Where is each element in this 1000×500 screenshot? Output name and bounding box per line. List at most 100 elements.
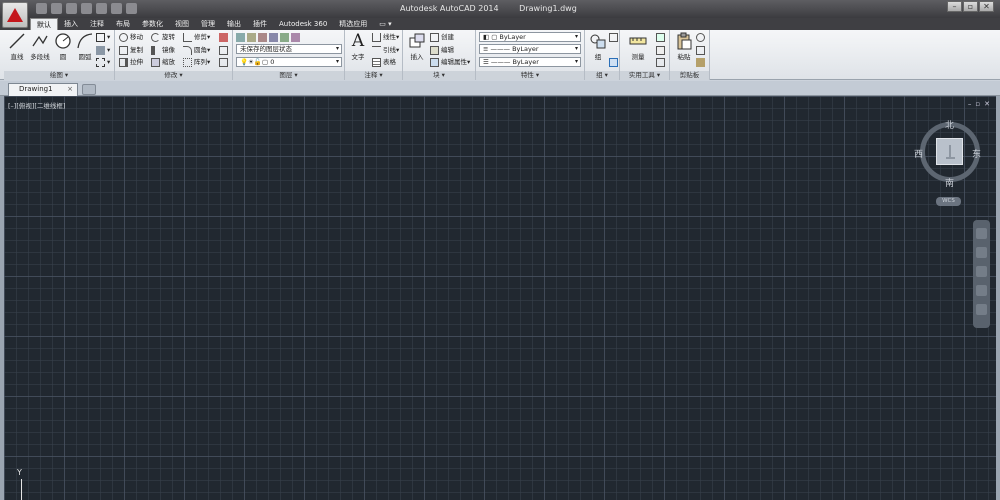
circle-button[interactable]: 圆 (52, 32, 74, 61)
boundary-icon[interactable]: ▾ (96, 57, 110, 68)
viewport-controls[interactable]: [–][俯视][二维线框] (8, 100, 65, 110)
file-tab-drawing1[interactable]: Drawing1 × (8, 83, 78, 96)
compass-west[interactable]: 西 (914, 147, 923, 160)
pan-icon[interactable] (976, 247, 987, 258)
tab-annotate[interactable]: 注释 (84, 18, 110, 30)
ribbon-options-icon[interactable]: ▭ ▾ (373, 18, 397, 30)
new-drawing-tab-button[interactable] (82, 84, 96, 95)
tab-autodesk-360[interactable]: Autodesk 360 (273, 18, 333, 30)
rotate-button[interactable]: 旋转 (151, 32, 175, 43)
lineweight-dropdown[interactable]: ☰ ——— ByLayer ▾ (479, 57, 581, 67)
application-menu-button[interactable] (2, 2, 28, 28)
cut-icon[interactable] (696, 32, 707, 43)
hatch-icon[interactable]: ▾ (96, 45, 110, 56)
array-button[interactable]: 阵列 ▾ (183, 57, 210, 68)
quick-select-icon[interactable] (656, 32, 667, 43)
paste-button[interactable]: 粘贴 (673, 32, 695, 61)
measure-button[interactable]: 测量 (626, 32, 650, 61)
match-properties-icon[interactable] (696, 57, 707, 68)
mirror-button[interactable]: 镜像 (151, 45, 175, 56)
tab-layout[interactable]: 布局 (110, 18, 136, 30)
erase-icon[interactable] (219, 32, 230, 43)
tab-manage[interactable]: 管理 (195, 18, 221, 30)
compass-north[interactable]: 北 (945, 118, 954, 131)
tab-home[interactable]: 默认 (30, 18, 58, 30)
viewport-restore-button[interactable]: ▫ (975, 100, 980, 108)
panel-label-utilities[interactable]: 实用工具 ▾ (620, 71, 669, 80)
undo-icon[interactable] (111, 3, 122, 14)
tab-view[interactable]: 视图 (169, 18, 195, 30)
line-button[interactable]: 直线 (6, 32, 28, 61)
layer-isolate-icon[interactable] (247, 33, 256, 42)
plot-icon[interactable] (96, 3, 107, 14)
compass-east[interactable]: 东 (972, 147, 981, 160)
leader-button[interactable]: 引线 ▾ (372, 45, 399, 56)
view-cube-top-face[interactable] (936, 138, 963, 165)
linetype-dropdown[interactable]: ≡ ——— ByLayer ▾ (479, 44, 581, 54)
group-select-icon[interactable] (609, 57, 620, 68)
zoom-icon[interactable] (976, 266, 987, 277)
steering-wheel-icon[interactable] (976, 228, 987, 239)
layer-dropdown[interactable]: 💡☀🔓▢ 0 ▾ (236, 57, 342, 67)
edit-attributes-button[interactable]: 编辑属性 ▾ (430, 57, 470, 68)
layer-freeze-icon[interactable] (269, 33, 278, 42)
color-dropdown[interactable]: ◧ ▢ ByLayer ▾ (479, 32, 581, 42)
linear-dimension-button[interactable]: 线性 ▾ (372, 32, 399, 43)
arc-button[interactable]: 圆弧 (74, 32, 96, 61)
tab-featured-apps[interactable]: 精选应用 (333, 18, 373, 30)
panel-label-draw[interactable]: 绘图 ▾ (4, 71, 114, 80)
orbit-icon[interactable] (976, 285, 987, 296)
trim-button[interactable]: 修剪 ▾ (183, 32, 210, 43)
tab-parametric[interactable]: 参数化 (136, 18, 169, 30)
close-button[interactable]: ✕ (979, 1, 994, 12)
tab-addins[interactable]: 插件 (247, 18, 273, 30)
view-cube[interactable]: 北 南 东 西 (914, 118, 981, 189)
close-icon[interactable]: × (67, 84, 73, 95)
fillet-button[interactable]: 圆角 ▾ (183, 45, 210, 56)
showmotion-icon[interactable] (976, 304, 987, 315)
rectangle-icon[interactable]: ▾ (96, 32, 110, 43)
save-icon[interactable] (66, 3, 77, 14)
panel-label-clipboard[interactable]: 剪贴板 (670, 71, 709, 80)
copy-clip-icon[interactable] (696, 45, 707, 56)
wcs-menu[interactable]: WCS (936, 197, 961, 206)
panel-label-annotation[interactable]: 注释 ▾ (345, 71, 402, 80)
panel-label-properties[interactable]: 特性 ▾ (476, 71, 584, 80)
viewport-close-button[interactable]: ✕ (984, 100, 990, 108)
tab-output[interactable]: 输出 (221, 18, 247, 30)
tab-insert[interactable]: 插入 (58, 18, 84, 30)
panel-label-groups[interactable]: 组 ▾ (585, 71, 619, 80)
polyline-button[interactable]: 多段线 (29, 32, 51, 61)
layer-off-icon[interactable] (280, 33, 289, 42)
layer-match-icon[interactable] (291, 33, 300, 42)
ungroup-icon[interactable] (609, 32, 620, 43)
panel-label-block[interactable]: 块 ▾ (403, 71, 475, 80)
panel-label-layers[interactable]: 图层 ▾ (233, 71, 344, 80)
table-button[interactable]: 表格 (372, 57, 396, 68)
scale-button[interactable]: 缩放 (151, 57, 175, 68)
create-block-button[interactable]: 创建 (430, 32, 454, 43)
move-button[interactable]: 移动 (119, 32, 143, 43)
redo-icon[interactable] (126, 3, 137, 14)
save-as-icon[interactable] (81, 3, 92, 14)
layer-unisolate-icon[interactable] (258, 33, 267, 42)
calculator-icon[interactable] (656, 45, 667, 56)
compass-south[interactable]: 南 (945, 176, 954, 189)
layer-state-dropdown[interactable]: 未保存的图层状态 ▾ (236, 44, 342, 54)
layer-properties-icon[interactable] (236, 33, 245, 42)
offset-icon[interactable] (219, 57, 230, 68)
explode-icon[interactable] (219, 45, 230, 56)
new-file-icon[interactable] (36, 3, 47, 14)
viewport-minimize-button[interactable]: – (968, 100, 972, 108)
drawing-canvas[interactable] (4, 96, 996, 500)
id-point-icon[interactable] (656, 57, 667, 68)
edit-block-button[interactable]: 编辑 (430, 45, 454, 56)
open-file-icon[interactable] (51, 3, 62, 14)
maximize-button[interactable]: ▫ (963, 1, 978, 12)
insert-button[interactable]: 插入 (406, 32, 428, 61)
panel-label-modify[interactable]: 修改 ▾ (115, 71, 232, 80)
group-button[interactable]: 组 (587, 32, 609, 61)
minimize-button[interactable]: – (947, 1, 962, 12)
stretch-button[interactable]: 拉伸 (119, 57, 143, 68)
text-button[interactable]: A 文字 (347, 32, 369, 61)
